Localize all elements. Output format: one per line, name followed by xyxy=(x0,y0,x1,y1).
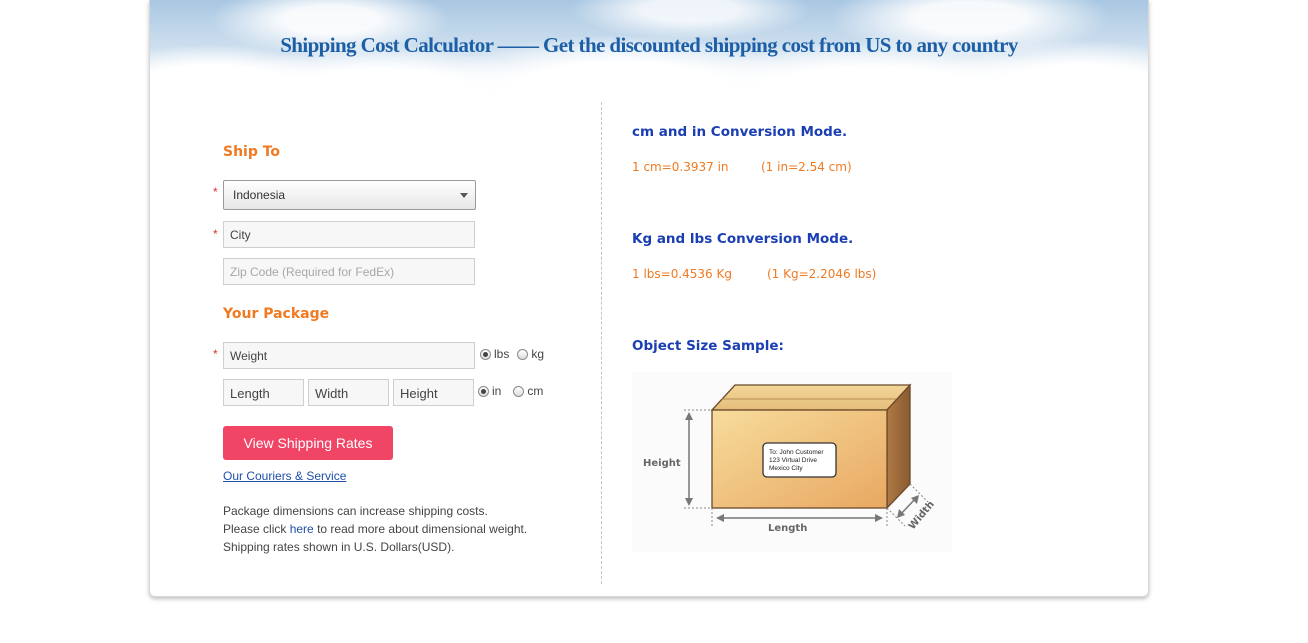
kg-radio[interactable] xyxy=(517,348,529,360)
couriers-service-link[interactable]: Our Couriers & Service xyxy=(223,469,346,483)
object-size-sample-title: Object Size Sample: xyxy=(632,338,784,354)
cm-label: cm xyxy=(527,384,544,398)
view-shipping-rates-button[interactable]: View Shipping Rates xyxy=(223,426,393,460)
box-top xyxy=(710,384,912,411)
weight-field[interactable]: Weight xyxy=(223,342,475,369)
box-dimension-illustration: To: John Customer 123 Virtual Drive Mexi… xyxy=(632,372,952,552)
city-field[interactable]: City xyxy=(223,221,475,248)
notes-line-2: Please click here to read more about dim… xyxy=(223,520,527,538)
zip-code-field[interactable]: Zip Code (Required for FedEx) xyxy=(223,258,475,285)
chevron-down-icon xyxy=(460,193,468,198)
notes-line-1: Package dimensions can increase shipping… xyxy=(223,504,488,518)
width-field[interactable]: Width xyxy=(308,379,389,406)
package-notes: Package dimensions can increase shipping… xyxy=(223,502,527,556)
notes-line-2-text-end: to read more about dimensional weight. xyxy=(313,522,528,536)
cm-in-conversion-title: cm and in Conversion Mode. xyxy=(632,124,848,140)
lbs-label: lbs xyxy=(494,347,510,361)
notes-line-2-text: Please click xyxy=(223,522,290,536)
height-dimension-label: Height xyxy=(643,458,681,469)
kg-to-lbs-text: (1 Kg=2.2046 lbs) xyxy=(767,267,877,281)
weight-unit-group: lbs kg xyxy=(480,347,552,361)
calculator-card: Shipping Cost Calculator —— Get the disc… xyxy=(149,0,1149,597)
in-label: in xyxy=(492,384,502,398)
address-label-line-2: 123 Virtual Drive xyxy=(769,457,817,464)
in-radio[interactable] xyxy=(478,385,489,397)
dimension-unit-group: in cm xyxy=(478,384,551,398)
ship-to-heading: Ship To xyxy=(223,144,281,160)
cm-radio[interactable] xyxy=(513,385,525,397)
address-label-line-3: Mexico City xyxy=(769,465,803,472)
dimensional-weight-link[interactable]: here xyxy=(290,522,314,536)
cm-to-in-text: 1 cm=0.3937 in xyxy=(632,160,729,174)
country-select-value: Indonesia xyxy=(233,188,286,202)
kg-lbs-conversion-title: Kg and lbs Conversion Mode. xyxy=(632,231,854,247)
height-field[interactable]: Height xyxy=(393,379,474,406)
address-label-line-1: To: John Customer xyxy=(769,449,824,456)
required-marker: * xyxy=(213,347,218,361)
your-package-heading: Your Package xyxy=(223,306,330,322)
country-select[interactable]: Indonesia xyxy=(223,180,476,210)
notes-line-3: Shipping rates shown in U.S. Dollars(USD… xyxy=(223,540,455,554)
kg-lbs-conversion-values: 1 lbs=0.4536 Kg (1 Kg=2.2046 lbs) xyxy=(632,267,876,281)
lbs-to-kg-text: 1 lbs=0.4536 Kg xyxy=(632,267,732,281)
required-marker: * xyxy=(213,227,218,241)
page-title: Shipping Cost Calculator —— Get the disc… xyxy=(280,33,1018,57)
in-to-cm-text: (1 in=2.54 cm) xyxy=(761,160,852,174)
length-field[interactable]: Length xyxy=(223,379,304,406)
cm-in-conversion-values: 1 cm=0.3937 in (1 in=2.54 cm) xyxy=(632,160,852,174)
lbs-radio[interactable] xyxy=(480,348,491,360)
length-dimension-label: Length xyxy=(768,523,807,534)
kg-label: kg xyxy=(531,347,545,361)
column-divider xyxy=(601,102,602,584)
required-marker: * xyxy=(213,185,218,199)
